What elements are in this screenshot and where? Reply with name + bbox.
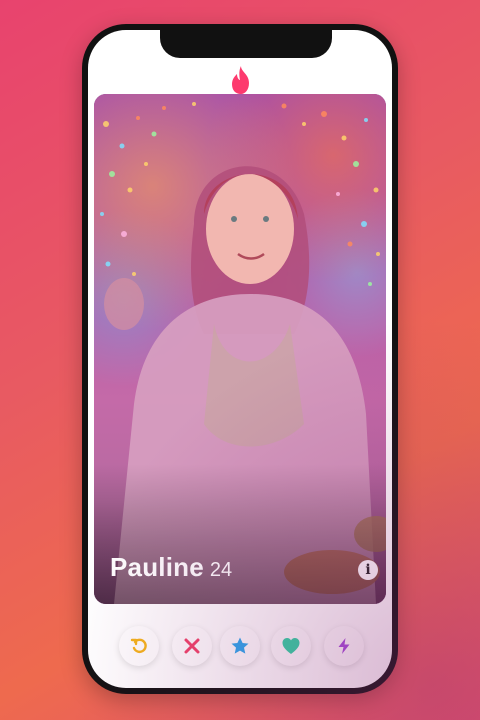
- card-bottom-gradient: [94, 464, 386, 604]
- star-icon: [231, 637, 249, 654]
- super-like-button[interactable]: [220, 626, 260, 666]
- profile-card[interactable]: Pauline 24 i: [94, 94, 386, 604]
- rewind-icon: [130, 638, 147, 654]
- phone-frame: Pauline 24 i: [82, 24, 398, 694]
- profile-photo: [94, 94, 386, 604]
- action-bar: [88, 626, 392, 666]
- like-button[interactable]: [271, 626, 311, 666]
- flame-logo-icon[interactable]: [227, 64, 255, 96]
- boost-button[interactable]: [324, 626, 364, 666]
- profile-age: 24: [209, 559, 233, 581]
- phone-notch: [160, 30, 332, 58]
- info-icon[interactable]: i: [358, 560, 378, 580]
- background: Pauline 24 i: [0, 0, 480, 720]
- bokeh-lights: [100, 102, 386, 604]
- nope-button[interactable]: [172, 626, 212, 666]
- close-icon: [184, 638, 200, 654]
- profile-info: Pauline 24: [110, 552, 232, 583]
- app-screen: Pauline 24 i: [88, 30, 392, 688]
- profile-name: Pauline: [110, 552, 204, 582]
- rewind-button[interactable]: [119, 626, 159, 666]
- heart-icon: [282, 638, 300, 654]
- bolt-icon: [338, 638, 350, 654]
